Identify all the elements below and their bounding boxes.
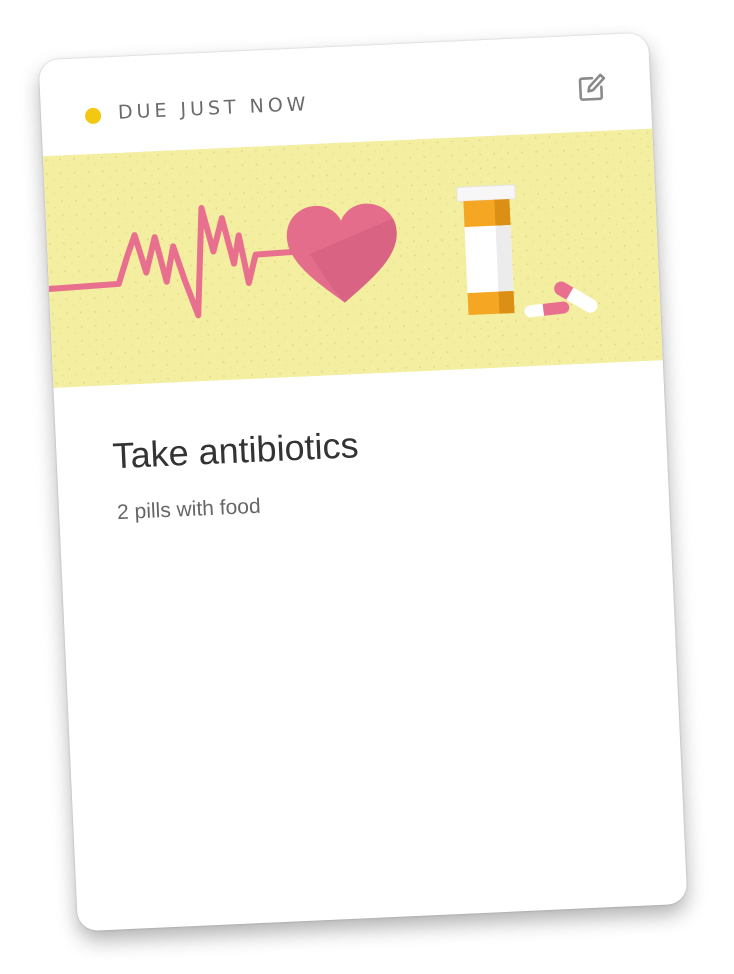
reminder-card[interactable]: DUE JUST NOW Take antibiotics 2 pills wi…: [38, 32, 688, 932]
stage: DUE JUST NOW Take antibiotics 2 pills wi…: [0, 0, 734, 974]
edit-icon: [578, 73, 606, 101]
illustration: [42, 128, 663, 388]
status-label: DUE JUST NOW: [117, 93, 311, 124]
reminder-subtitle: 2 pills with food: [116, 494, 262, 525]
illustration-banner: [42, 128, 663, 388]
status-dot-icon: [84, 107, 102, 125]
reminder-title: Take antibiotics: [111, 424, 360, 477]
edit-button[interactable]: [574, 70, 610, 106]
